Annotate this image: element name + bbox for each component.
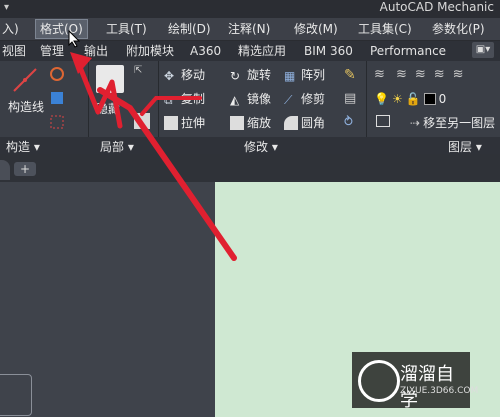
watermark-url: ZIXUE.3D66.COM <box>400 386 479 396</box>
red-arrow-icon <box>75 59 123 129</box>
watermark: 溜溜自学 ZIXUE.3D66.COM <box>352 352 478 411</box>
red-arrow-icon <box>140 96 202 116</box>
watermark-logo-icon <box>358 360 400 402</box>
mouse-cursor-icon <box>68 30 80 48</box>
